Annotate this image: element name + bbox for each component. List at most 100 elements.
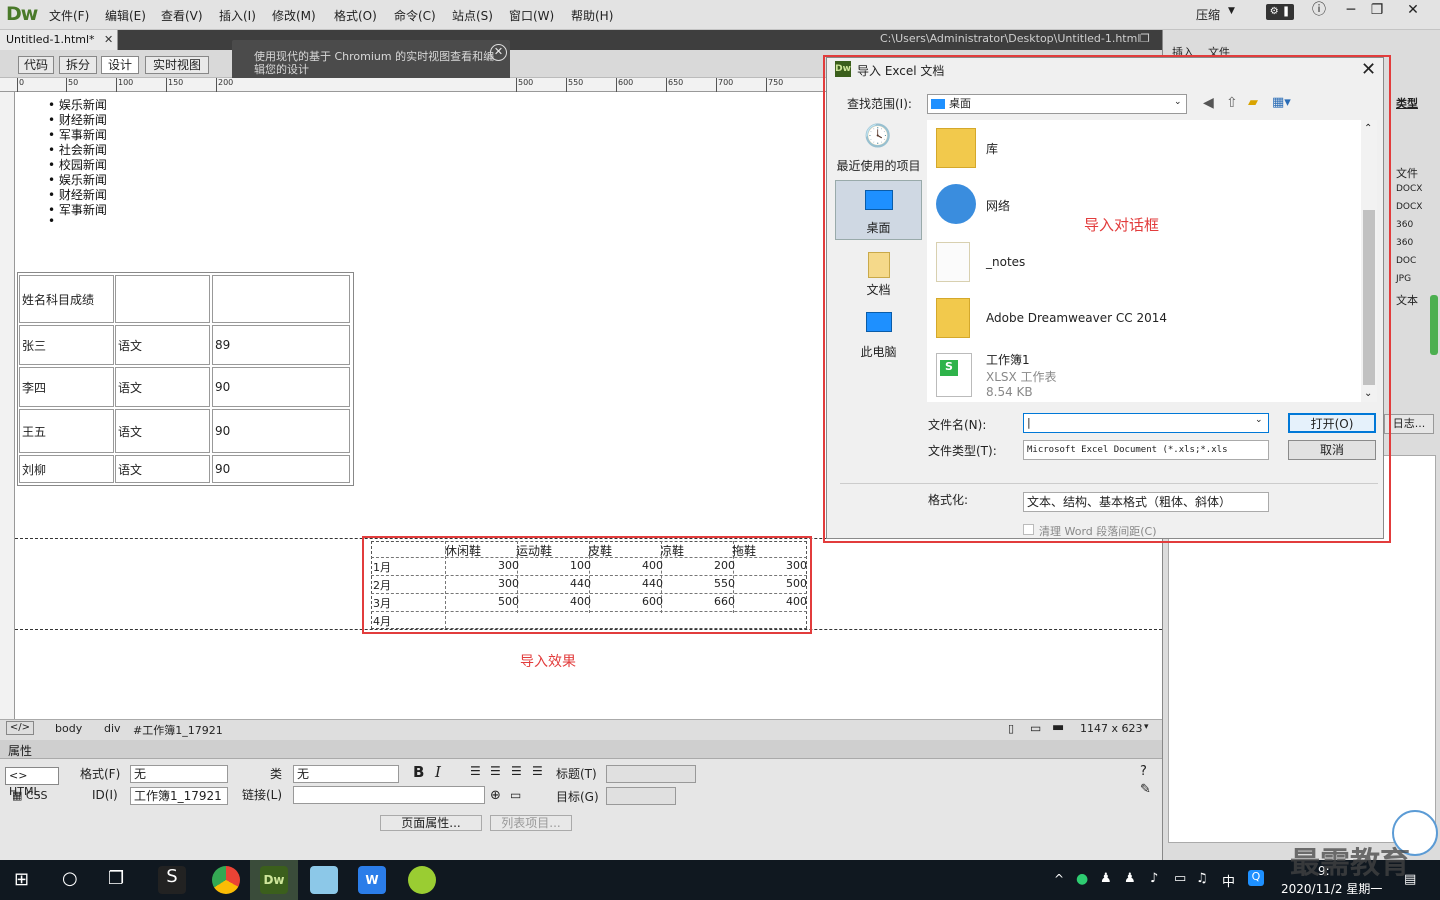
close-icon[interactable]: ✕	[490, 44, 507, 61]
app-icon[interactable]	[310, 866, 338, 894]
log-button[interactable]: 日志...	[1384, 414, 1434, 434]
design-view-button[interactable]: 设计	[101, 56, 139, 74]
file-type: DOCX	[1396, 202, 1423, 212]
menu-view[interactable]: 查看(V)	[161, 7, 203, 24]
table-cell[interactable]: 89	[212, 325, 350, 365]
watermark-logo: 最需教育	[1290, 846, 1410, 881]
table-cell[interactable]: 语文	[115, 325, 210, 365]
table-cell[interactable]: 李四	[19, 367, 114, 407]
menu-bar	[0, 0, 1440, 30]
table-cell[interactable]: 语文	[115, 409, 210, 453]
table-cell[interactable]: 90	[212, 455, 350, 483]
css-icon: ▦	[12, 789, 26, 802]
target-select[interactable]	[606, 787, 676, 805]
close-button[interactable]: ✕	[1396, 0, 1430, 22]
app-icon[interactable]	[408, 866, 436, 894]
table-cell[interactable]: 姓名科目成绩	[19, 275, 114, 323]
chrome-icon[interactable]	[212, 866, 240, 894]
tag-selector-div[interactable]: div	[104, 722, 121, 735]
qq-icon[interactable]: ♟	[1100, 871, 1112, 886]
network-tray-icon[interactable]: ▭	[1174, 871, 1186, 886]
split-view-button[interactable]: 拆分	[59, 56, 97, 74]
desktop-size-icon[interactable]: ▬	[1052, 720, 1064, 735]
file-label: 文件	[1396, 167, 1418, 180]
table-cell[interactable]: 王五	[19, 409, 114, 453]
folder-icon[interactable]: ▭	[510, 788, 521, 802]
ruler-tick: 750	[766, 78, 783, 92]
list-item-button[interactable]: 列表项目...	[490, 815, 572, 831]
table-cell[interactable]: 语文	[115, 455, 210, 483]
app-tray-icon[interactable]: Q	[1248, 870, 1264, 886]
task-view-icon[interactable]: ❐	[108, 868, 124, 889]
code-toggle-icon[interactable]: </>	[6, 721, 34, 735]
heading-input[interactable]	[606, 765, 696, 783]
tablet-size-icon[interactable]: ▭	[1030, 721, 1041, 735]
code-view-button[interactable]: 代码	[18, 56, 54, 74]
html-mode-button[interactable]: <> HTML	[5, 767, 59, 798]
start-button-icon[interactable]: ⊞	[14, 869, 29, 890]
italic-icon[interactable]: I	[435, 763, 441, 781]
tag-selector-id[interactable]: #工作簿1_17921	[133, 722, 223, 738]
file-type: 360	[1396, 220, 1414, 230]
chevron-down-icon[interactable]: ▼	[1228, 6, 1235, 16]
tag-selector-body[interactable]: body	[55, 722, 82, 735]
menu-modify[interactable]: 修改(M)	[272, 7, 316, 24]
app-icon[interactable]: S	[158, 866, 186, 894]
menu-file[interactable]: 文件(F)	[49, 7, 89, 24]
restore-button[interactable]: ❐	[1360, 0, 1394, 22]
clock-date: 2020/11/2 星期一	[1281, 882, 1383, 896]
search-icon[interactable]: ○	[62, 868, 78, 889]
list-item	[48, 214, 55, 228]
info-icon[interactable]: ⓘ	[1302, 0, 1336, 22]
table-cell[interactable]: 张三	[19, 325, 114, 365]
ime-indicator[interactable]: 中	[1222, 871, 1235, 890]
help-icon[interactable]: ?	[1140, 764, 1147, 779]
page-properties-button[interactable]: 页面属性...	[380, 815, 482, 831]
menu-commands[interactable]: 命令(C)	[394, 7, 436, 24]
table-cell[interactable]	[212, 275, 350, 323]
notification-bell-icon[interactable]: ♪	[1150, 871, 1158, 886]
class-select[interactable]: 无	[293, 765, 399, 783]
wechat-icon[interactable]: ●	[1076, 871, 1088, 887]
window-icon[interactable]: ❐	[1140, 32, 1150, 45]
mobile-size-icon[interactable]: ▯	[1008, 722, 1014, 735]
indent-icon[interactable]: ☰	[532, 764, 543, 778]
link-input[interactable]	[293, 786, 485, 804]
ruler-tick: 0	[17, 78, 24, 92]
volume-icon[interactable]: ♫	[1196, 871, 1208, 886]
window-size[interactable]: 1147 x 623	[1080, 722, 1143, 735]
table-cell[interactable]: 90	[212, 409, 350, 453]
menu-site[interactable]: 站点(S)	[452, 7, 493, 24]
word-icon[interactable]: W	[358, 866, 386, 894]
outdent-icon[interactable]: ☰	[511, 764, 522, 778]
gear-icon[interactable]: ⚙ ❚	[1266, 4, 1294, 20]
id-select[interactable]: 工作簿1_17921	[130, 787, 228, 805]
menu-format[interactable]: 格式(O)	[334, 7, 377, 24]
point-to-file-icon[interactable]: ⊕	[490, 788, 501, 803]
unordered-list-icon[interactable]: ☰	[470, 764, 481, 778]
edit-icon[interactable]: ✎	[1140, 782, 1151, 797]
qq-icon[interactable]: ♟	[1124, 871, 1136, 886]
document-tab[interactable]: Untitled-1.html*	[0, 30, 118, 50]
bold-icon[interactable]: B	[413, 763, 424, 781]
menu-edit[interactable]: 编辑(E)	[105, 7, 146, 24]
table-cell[interactable]: 语文	[115, 367, 210, 407]
ruler-tick: 700	[716, 78, 733, 92]
dreamweaver-icon[interactable]: Dw	[260, 866, 288, 894]
table-cell[interactable]	[115, 275, 210, 323]
close-icon[interactable]: ✕	[104, 33, 113, 46]
table-cell[interactable]: 90	[212, 367, 350, 407]
file-type: 360	[1396, 238, 1414, 248]
menu-help[interactable]: 帮助(H)	[571, 7, 613, 24]
format-select[interactable]: 无	[130, 765, 228, 783]
chevron-up-icon[interactable]: ^	[1054, 872, 1064, 886]
css-mode-button[interactable]: ▦ CSS	[12, 789, 48, 802]
live-view-button[interactable]: 实时视图	[145, 56, 209, 74]
panel-scrollbar[interactable]	[1430, 295, 1438, 355]
table-cell[interactable]: 刘柳	[19, 455, 114, 483]
chevron-down-icon[interactable]: ▾	[1144, 722, 1149, 732]
menu-window[interactable]: 窗口(W)	[509, 7, 554, 24]
menu-insert[interactable]: 插入(I)	[219, 7, 256, 24]
ordered-list-icon[interactable]: ☰	[490, 764, 501, 778]
workspace-switcher[interactable]: 压缩	[1196, 6, 1220, 23]
